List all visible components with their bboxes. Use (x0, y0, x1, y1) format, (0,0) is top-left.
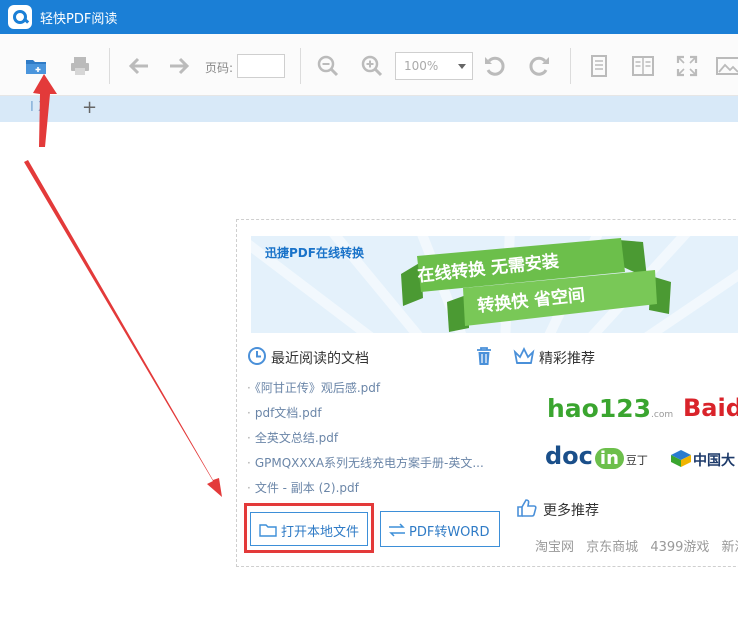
recent-item[interactable]: · 文件 - 副本 (2).pdf (247, 479, 492, 497)
recent-docs-title: 最近阅读的文档 (271, 351, 369, 367)
baidu-text: Baidu (683, 394, 738, 422)
double-page-icon[interactable] (631, 54, 655, 78)
app-logo-icon (8, 5, 32, 29)
china-logo[interactable]: 中国大 (693, 450, 735, 470)
trash-icon[interactable] (475, 346, 493, 366)
recommend-title: 精彩推荐 (539, 351, 595, 367)
banner-brand: 迅捷PDF在线转换 (265, 246, 364, 260)
china-logo-icon (671, 450, 691, 467)
rotate-left-icon[interactable] (483, 54, 507, 78)
zoom-select[interactable]: 100% (395, 52, 473, 80)
docin-in-text: in (594, 448, 624, 469)
hao123-suffix: .com (651, 410, 674, 420)
docin-logo[interactable]: doc in 豆丁 (545, 442, 648, 470)
zoom-in-icon[interactable] (360, 54, 384, 78)
page-label: 页码: (205, 61, 234, 75)
recent-item-label: pdf文档.pdf (254, 406, 322, 420)
title-bar: 轻快PDF阅读 (0, 0, 738, 34)
recent-item[interactable]: · 《阿甘正传》观后感.pdf (247, 379, 492, 397)
add-tab-button[interactable]: + (82, 97, 97, 118)
more-recommend-title: 更多推荐 (543, 503, 599, 519)
print-icon[interactable] (68, 54, 92, 78)
highlight-box (244, 503, 374, 553)
docin-cn-text: 豆丁 (625, 454, 648, 467)
recent-item-label: 文件 - 副本 (2).pdf (254, 481, 359, 495)
rotate-right-icon[interactable] (527, 54, 551, 78)
pdf-to-word-label: PDF转WORD (409, 525, 490, 540)
link-4399[interactable]: 4399游戏 (650, 540, 709, 555)
image-icon[interactable] (716, 54, 738, 78)
clock-icon (248, 347, 266, 365)
recent-item-label: 全英文总结.pdf (254, 431, 339, 445)
single-page-icon[interactable] (587, 54, 611, 78)
recent-item-label: 《阿甘正传》观后感.pdf (254, 381, 381, 395)
more-links: 淘宝网 京东商城 4399游戏 新浪 (535, 536, 738, 555)
link-taobao[interactable]: 淘宝网 (535, 540, 574, 555)
convert-icon (389, 523, 405, 537)
thumbs-up-icon (517, 499, 537, 517)
zoom-value: 100% (404, 59, 439, 73)
crown-icon (513, 346, 535, 364)
chevron-down-icon (458, 64, 466, 69)
arrow-down-right-icon (24, 160, 222, 497)
toolbar-separator (570, 48, 571, 84)
page-number-input[interactable] (237, 54, 285, 78)
recent-item[interactable]: · GPMQXXXA系列无线充电方案手册-英文... (247, 454, 492, 472)
recent-item[interactable]: · 全英文总结.pdf (247, 429, 492, 447)
toolbar-separator (300, 48, 301, 84)
tab-close[interactable]: I X (30, 100, 47, 115)
link-jd[interactable]: 京东商城 (586, 540, 638, 555)
link-sina[interactable]: 新浪 (722, 540, 738, 555)
toolbar-separator (109, 48, 110, 84)
hao123-logo[interactable]: hao123.com (547, 394, 673, 423)
fullscreen-icon[interactable] (675, 54, 699, 78)
open-folder-icon[interactable] (24, 54, 48, 78)
toolbar: 页码: 100% (0, 34, 738, 96)
promo-banner[interactable]: 迅捷PDF在线转换 在线转换 无需安装 转换快 省空间 (251, 236, 738, 333)
baidu-logo[interactable]: Baidu (683, 394, 738, 422)
zoom-out-icon[interactable] (316, 54, 340, 78)
arrow-left-icon[interactable] (126, 54, 150, 78)
arrow-right-icon[interactable] (168, 54, 192, 78)
recent-item[interactable]: · pdf文档.pdf (247, 404, 492, 422)
app-title: 轻快PDF阅读 (40, 12, 118, 27)
pdf-to-word-button[interactable]: PDF转WORD (380, 511, 500, 547)
recent-item-label: GPMQXXXA系列无线充电方案手册-英文... (254, 456, 484, 470)
tab-bar: I X + (0, 96, 738, 122)
docin-text: doc (545, 442, 593, 470)
hao123-text: hao123 (547, 394, 652, 423)
